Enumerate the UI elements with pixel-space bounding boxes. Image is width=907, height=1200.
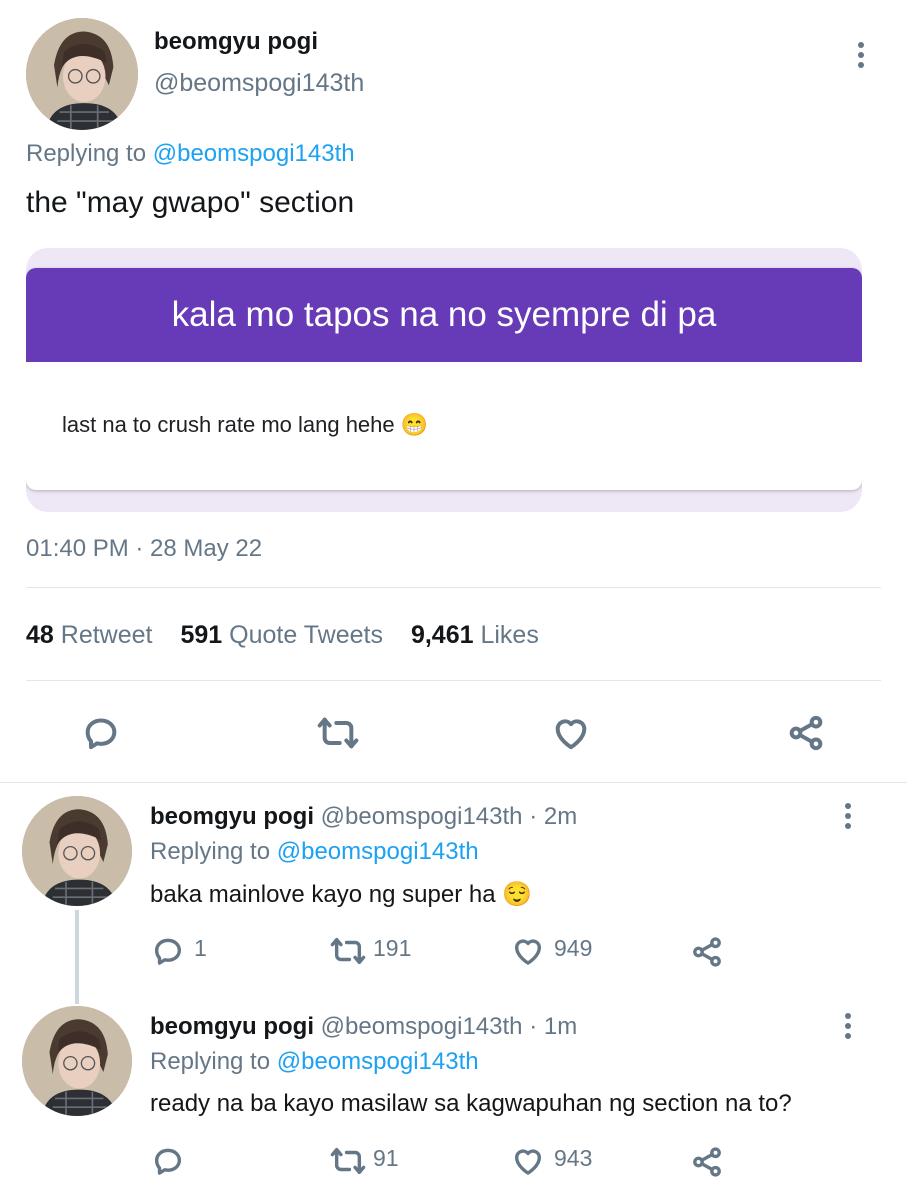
reply-text: baka mainlove kayo ng super ha 😌 <box>150 881 533 908</box>
user-handle[interactable]: @beomspogi143th <box>321 803 523 830</box>
like-icon <box>510 933 546 969</box>
form-header-title: kala mo tapos na no syempre di pa <box>171 295 717 334</box>
reply-text: ready na ba kayo masilaw sa kagwapuhan n… <box>150 1090 792 1117</box>
replying-mention-link[interactable]: @beomspogi143th <box>153 140 355 167</box>
replying-mention-link[interactable]: @beomspogi143th <box>277 838 479 865</box>
form-header: kala mo tapos na no syempre di pa <box>26 268 862 362</box>
avatar[interactable] <box>26 18 138 130</box>
tweet-stats: 48 Retweet 591 Quote Tweets 9,461 Likes <box>26 621 539 650</box>
retweets-label: Retweet <box>60 621 153 649</box>
likes-stat[interactable]: 9,461 Likes <box>411 621 539 650</box>
tweet-text: the "may gwapo" section <box>26 186 355 219</box>
like-icon[interactable] <box>548 710 594 756</box>
replying-prefix: Replying to <box>26 140 147 167</box>
display-name[interactable]: beomgyu pogi <box>154 28 318 56</box>
quotes-count: 591 <box>180 621 223 649</box>
display-name[interactable]: beomgyu pogi <box>150 803 314 830</box>
replying-to: Replying to @beomspogi143th <box>26 140 355 168</box>
reply-time[interactable]: · 2m <box>529 803 577 830</box>
likes-count: 9,461 <box>410 621 474 649</box>
like-icon <box>510 1143 546 1179</box>
user-handle[interactable]: @beomspogi143th <box>321 1013 523 1040</box>
replying-to: Replying to @beomspogi143th <box>150 838 479 866</box>
reply-icon <box>150 933 186 969</box>
retweet-action[interactable]: 191 <box>327 933 447 973</box>
avatar[interactable] <box>22 1006 132 1116</box>
reply-header: beomgyu pogi @beomspogi143th · 2m <box>150 803 577 831</box>
reply-count: 1 <box>194 935 207 961</box>
share-icon[interactable] <box>689 1144 725 1180</box>
retweet-icon[interactable] <box>313 710 363 756</box>
user-handle[interactable]: @beomspogi143th <box>154 69 364 98</box>
thread-line <box>75 910 79 1004</box>
divider <box>26 680 881 681</box>
quotes-stat[interactable]: 591 Quote Tweets <box>180 621 382 650</box>
reply-icon <box>150 1143 186 1179</box>
divider <box>0 782 907 783</box>
reply-header: beomgyu pogi @beomspogi143th · 1m <box>150 1013 577 1041</box>
share-icon[interactable] <box>783 710 829 756</box>
reply-time[interactable]: · 1m <box>529 1013 577 1040</box>
divider <box>26 587 881 588</box>
replying-to: Replying to @beomspogi143th <box>150 1048 479 1076</box>
avatar[interactable] <box>22 796 132 906</box>
tweet-media-image[interactable]: kala mo tapos na no syempre di pa last n… <box>26 248 862 512</box>
likes-label: Likes <box>480 621 539 649</box>
retweet-count: 191 <box>373 935 412 961</box>
more-icon[interactable] <box>845 1013 851 1039</box>
form-body-text: last na to crush rate mo lang hehe 😁 <box>62 412 429 437</box>
form-card: kala mo tapos na no syempre di pa last n… <box>26 268 862 490</box>
replying-prefix: Replying to <box>150 1048 271 1075</box>
retweet-icon <box>327 1143 369 1179</box>
retweets-stat[interactable]: 48 Retweet <box>26 621 152 650</box>
share-icon[interactable] <box>689 934 725 970</box>
reply-action[interactable] <box>150 1143 250 1183</box>
like-count: 949 <box>554 935 593 961</box>
reply-icon[interactable] <box>78 710 124 756</box>
replying-prefix: Replying to <box>150 838 271 865</box>
replying-mention-link[interactable]: @beomspogi143th <box>277 1048 479 1075</box>
tweet-timestamp[interactable]: 01:40 PM · 28 May 22 <box>26 535 262 563</box>
display-name[interactable]: beomgyu pogi <box>150 1013 314 1040</box>
like-count: 943 <box>554 1145 593 1171</box>
retweets-count: 48 <box>26 621 54 649</box>
more-icon[interactable] <box>858 42 864 68</box>
retweet-icon <box>327 933 369 969</box>
like-action[interactable]: 949 <box>510 933 630 973</box>
like-action[interactable]: 943 <box>510 1143 630 1183</box>
reply-action[interactable]: 1 <box>150 933 250 973</box>
more-icon[interactable] <box>845 803 851 829</box>
retweet-count: 91 <box>373 1145 399 1171</box>
quotes-label: Quote Tweets <box>229 621 383 649</box>
retweet-action[interactable]: 91 <box>327 1143 447 1183</box>
